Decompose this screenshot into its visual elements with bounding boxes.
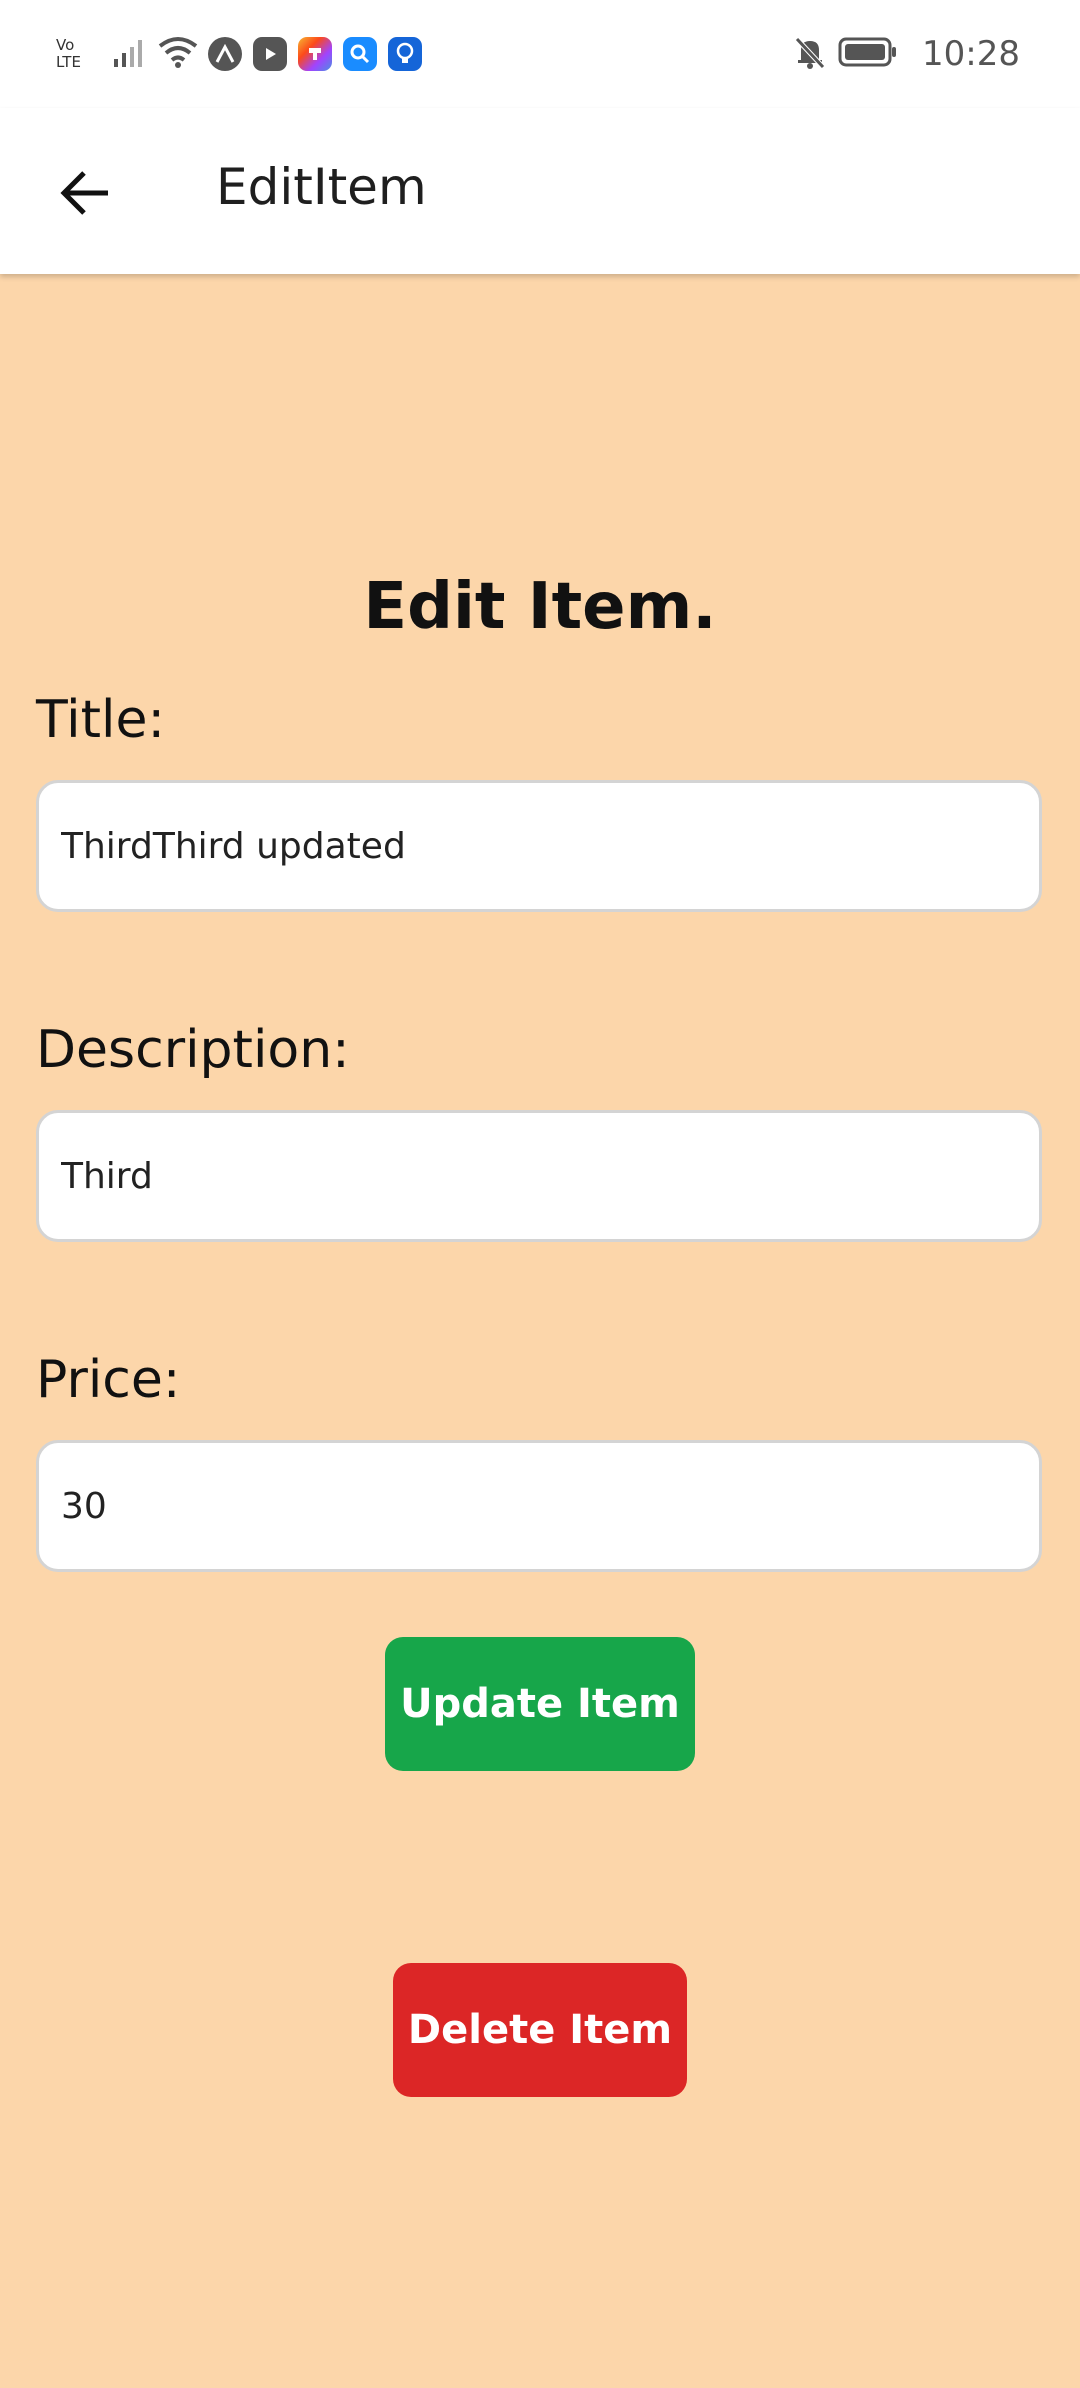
wifi-icon <box>158 36 198 72</box>
arrow-left-icon <box>60 171 108 215</box>
status-left-icons: Vo LTE <box>56 30 433 78</box>
battery-icon <box>838 37 898 71</box>
delete-item-button[interactable]: Delete Item <box>393 1963 687 2097</box>
description-input[interactable] <box>36 1110 1042 1242</box>
search-app-icon <box>343 37 377 71</box>
app-bar: EditItem <box>0 108 1080 274</box>
status-right-icons: 10:28 <box>792 28 1020 80</box>
update-item-button[interactable]: Update Item <box>385 1637 695 1771</box>
bulb-app-icon <box>388 37 422 71</box>
page-heading: Edit Item. <box>363 570 717 644</box>
status-time: 10:28 <box>922 34 1020 74</box>
back-button[interactable] <box>40 148 130 238</box>
price-label: Price: <box>36 1350 181 1410</box>
status-bar: Vo LTE 10:28 <box>0 0 1080 108</box>
app-colorful-icon <box>298 37 332 71</box>
app-expo-icon <box>208 37 242 71</box>
price-input[interactable] <box>36 1440 1042 1572</box>
title-input[interactable] <box>36 780 1042 912</box>
description-label: Description: <box>36 1020 350 1080</box>
signal-icon <box>114 37 148 71</box>
app-bar-title: EditItem <box>216 158 427 216</box>
bell-off-icon <box>792 34 828 74</box>
youtube-icon <box>253 37 287 71</box>
volte-icon: Vo LTE <box>56 36 81 71</box>
title-label: Title: <box>36 690 165 750</box>
